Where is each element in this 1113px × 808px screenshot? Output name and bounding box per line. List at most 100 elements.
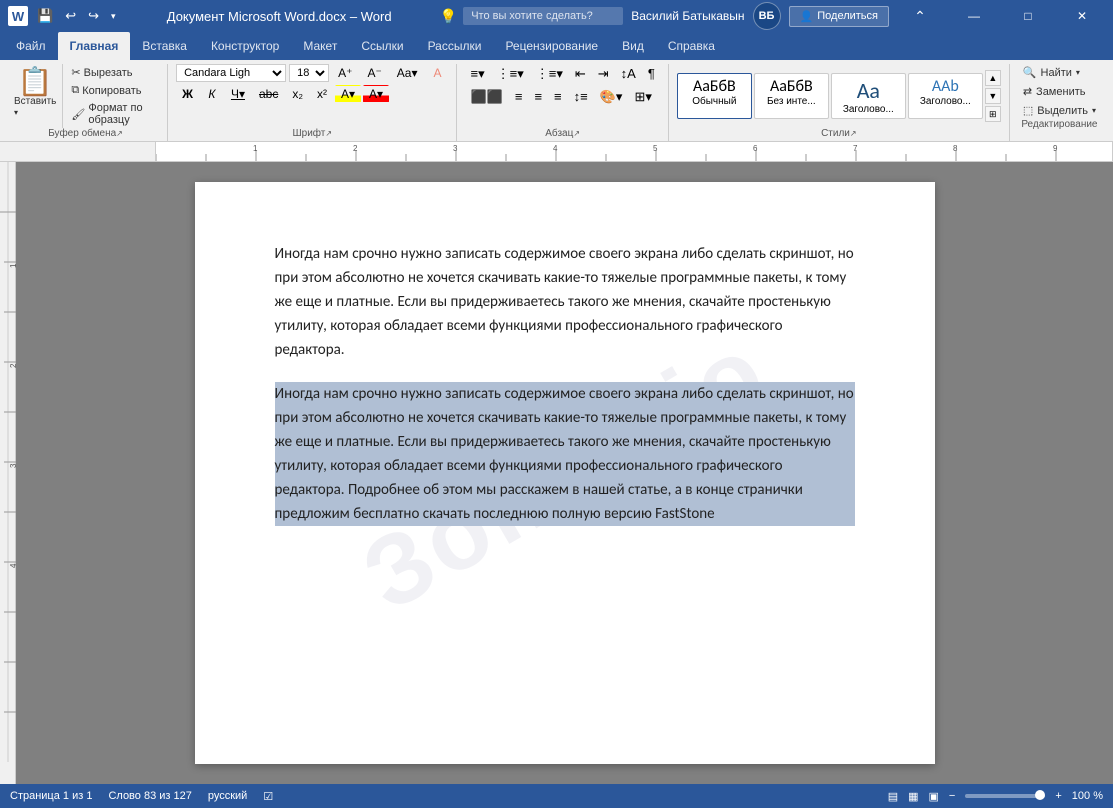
clipboard-group-label[interactable]: Буфер обмена ↗	[8, 128, 163, 141]
style-items: АаБбВ Обычный АаБбВ Без инте... Аа Загол…	[677, 73, 983, 119]
style-heading1[interactable]: Аа Заголово...	[831, 73, 906, 119]
word-count[interactable]: Слово 83 из 127	[108, 790, 191, 803]
customize-quick-icon[interactable]: ▾	[108, 8, 119, 25]
zoom-slider[interactable]	[965, 794, 1045, 798]
increase-indent-button[interactable]: ⇥	[593, 64, 614, 84]
style-heading2[interactable]: ААb Заголово...	[908, 73, 983, 119]
zoom-in-button[interactable]: +	[1055, 790, 1061, 802]
style-scroll-down-button[interactable]: ▼	[985, 88, 1001, 104]
copy-button[interactable]: ⧉ Копировать	[67, 82, 163, 99]
justify-button[interactable]: ≡	[549, 87, 567, 107]
help-input[interactable]	[463, 7, 623, 25]
replace-icon: ⇄	[1023, 85, 1032, 98]
superscript-button[interactable]: x²	[311, 85, 333, 103]
layout-read-icon[interactable]: ▤	[888, 790, 898, 803]
bullets-button[interactable]: ≡▾	[465, 64, 489, 84]
maximize-button[interactable]: □	[1005, 0, 1051, 32]
shading-button[interactable]: 🎨▾	[595, 87, 628, 107]
layout-print-icon[interactable]: ▦	[908, 790, 918, 803]
styles-group-label[interactable]: Стили ↗	[677, 128, 1001, 141]
align-center-button[interactable]: ≡	[510, 87, 528, 107]
numbering-button[interactable]: ⋮≡▾	[492, 64, 529, 84]
tab-view[interactable]: Вид	[610, 32, 656, 60]
zoom-out-button[interactable]: −	[949, 790, 955, 802]
increase-font-button[interactable]: A⁺	[332, 64, 358, 82]
zoom-level[interactable]: 100 %	[1072, 790, 1103, 802]
find-button[interactable]: 🔍 Найти ▾	[1018, 64, 1101, 81]
page-count[interactable]: Страница 1 из 1	[10, 790, 92, 803]
show-marks-button[interactable]: ¶	[643, 64, 660, 84]
tab-references[interactable]: Ссылки	[349, 32, 415, 60]
paragraph-group: ≡▾ ⋮≡▾ ⋮≡▾ ⇤ ⇥ ↕A ¶ ⬛⬛ ≡ ≡ ≡ ↕≡ 🎨▾ ⊞▾ Аб…	[457, 64, 668, 141]
italic-button[interactable]: К	[201, 85, 223, 103]
text-highlight-button[interactable]: А▾	[335, 85, 361, 103]
strikethrough-button[interactable]: abc	[253, 85, 284, 103]
clipboard-label: Буфер обмена	[48, 128, 116, 139]
format-painter-button[interactable]: 🖌 Формат по образцу	[67, 100, 163, 128]
paragraph-1[interactable]: Иногда нам срочно нужно записать содержи…	[275, 242, 855, 362]
tab-home[interactable]: Главная	[58, 32, 131, 60]
language[interactable]: русский	[208, 790, 247, 803]
left-ruler: 1 2 3 4	[0, 162, 16, 784]
font-name-row: Candara Ligh 18 A⁺ A⁻ Aa▾ A	[176, 64, 448, 82]
status-bar: Страница 1 из 1 Слово 83 из 127 русский …	[0, 784, 1113, 808]
para-row2: ⬛⬛ ≡ ≡ ≡ ↕≡ 🎨▾ ⊞▾	[465, 87, 656, 107]
style-expand-button[interactable]: ⊞	[985, 106, 1001, 122]
cut-icon: ✂	[71, 66, 80, 79]
replace-button[interactable]: ⇄ Заменить	[1018, 83, 1101, 100]
page-scroll[interactable]: Зomilejo Иногда нам срочно нужно записат…	[16, 162, 1113, 784]
spelling-icon[interactable]: ☑	[263, 790, 273, 803]
font-case-button[interactable]: Aa▾	[391, 64, 424, 82]
font-color-button[interactable]: А▾	[363, 85, 389, 103]
minimize-button[interactable]: —	[951, 0, 997, 32]
styles-label: Стили	[821, 128, 850, 139]
lightbulb-icon[interactable]: 💡	[440, 8, 457, 25]
font-group-label[interactable]: Шрифт ↗	[176, 128, 448, 141]
clear-format-button[interactable]: A	[426, 64, 448, 82]
multilevel-button[interactable]: ⋮≡▾	[531, 64, 568, 84]
paste-icon: 📋	[18, 68, 53, 96]
underline-button[interactable]: Ч▾	[225, 85, 251, 103]
style-no-spacing[interactable]: АаБбВ Без инте...	[754, 73, 829, 119]
ribbon-collapse-button[interactable]: ⌃	[897, 0, 943, 32]
paragraph-label: Абзац	[545, 128, 573, 139]
close-button[interactable]: ✕	[1059, 0, 1105, 32]
tab-design[interactable]: Конструктор	[199, 32, 291, 60]
font-family-select[interactable]: Candara Ligh	[176, 64, 286, 82]
subscript-button[interactable]: x₂	[286, 85, 309, 103]
find-label: Найти	[1041, 67, 1072, 79]
paste-button[interactable]: 📋 Вставить ▾	[8, 64, 63, 128]
share-icon: 👤	[800, 10, 814, 23]
bold-button[interactable]: Ж	[176, 85, 199, 103]
style-no-spacing-label: Без инте...	[767, 96, 816, 107]
align-left-button[interactable]: ⬛⬛	[465, 87, 507, 107]
paragraph-group-label[interactable]: Абзац ↗	[465, 128, 659, 141]
select-icon: ⬚	[1023, 104, 1033, 117]
layout-web-icon[interactable]: ▣	[929, 790, 939, 803]
decrease-indent-button[interactable]: ⇤	[570, 64, 591, 84]
style-normal[interactable]: АаБбВ Обычный	[677, 73, 752, 119]
user-avatar[interactable]: ВБ	[753, 2, 781, 30]
share-button[interactable]: 👤 Поделиться	[789, 6, 889, 27]
align-right-button[interactable]: ≡	[529, 87, 547, 107]
select-button[interactable]: ⬚ Выделить ▾	[1018, 102, 1101, 119]
format-painter-icon: 🖌	[71, 108, 85, 121]
redo-quick-icon[interactable]: ↪	[85, 5, 102, 27]
status-bar-right: ▤ ▦ ▣ − + 100 %	[888, 790, 1103, 803]
decrease-font-button[interactable]: A⁻	[361, 64, 387, 82]
tab-mailings[interactable]: Рассылки	[416, 32, 494, 60]
tab-insert[interactable]: Вставка	[130, 32, 199, 60]
save-quick-icon[interactable]: 💾	[34, 5, 56, 27]
tab-review[interactable]: Рецензирование	[493, 32, 610, 60]
font-size-select[interactable]: 18	[289, 64, 329, 82]
tab-help[interactable]: Справка	[656, 32, 727, 60]
borders-button[interactable]: ⊞▾	[629, 87, 656, 107]
tab-file[interactable]: Файл	[4, 32, 58, 60]
style-scroll-up-button[interactable]: ▲	[985, 70, 1001, 86]
cut-button[interactable]: ✂ Вырезать	[67, 64, 163, 81]
sort-button[interactable]: ↕A	[616, 64, 641, 84]
line-spacing-button[interactable]: ↕≡	[569, 87, 593, 107]
tab-layout[interactable]: Макет	[291, 32, 349, 60]
paragraph-2-selected[interactable]: Иногда нам срочно нужно записать содержи…	[275, 382, 855, 526]
undo-quick-icon[interactable]: ↩	[62, 5, 79, 27]
